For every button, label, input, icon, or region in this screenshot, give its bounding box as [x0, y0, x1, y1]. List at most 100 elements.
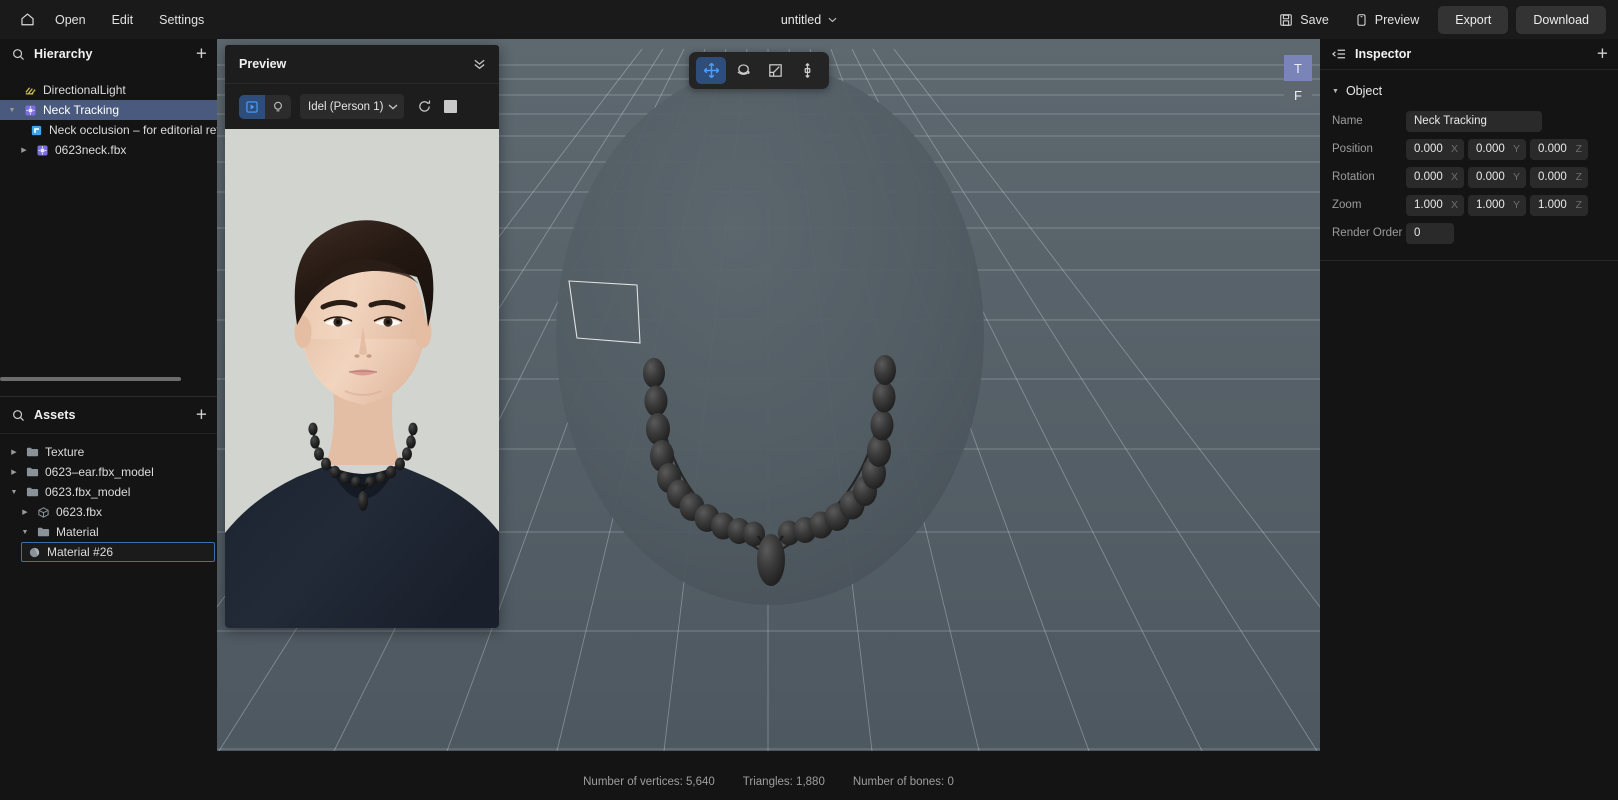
zoom-x-value: 1.000 — [1414, 199, 1443, 211]
left-sidebar: Hierarchy + DirectionalLight ▼ Neck Trac… — [0, 39, 217, 800]
property-label-zoom: Zoom — [1332, 199, 1362, 211]
assets-tree: ▶ Texture ▶ 0623–ear.fbx_model ▼ 0623.fb… — [0, 433, 217, 562]
play-frame-icon-button[interactable] — [239, 94, 265, 119]
transform-gizmo-icon — [799, 62, 816, 79]
animation-select[interactable]: Idel (Person 1) — [300, 94, 404, 119]
mobile-phone-icon — [1355, 13, 1368, 27]
document-title-dropdown[interactable]: untitled — [781, 13, 837, 27]
mesh-plane-icon — [30, 124, 43, 137]
render-order-input[interactable]: 0 — [1406, 222, 1454, 244]
preview-panel: Preview Idel (Person 1) — [225, 45, 499, 628]
statusbar-left-filler — [0, 763, 217, 800]
asset-item-0623-ear-fbx-model[interactable]: ▶ 0623–ear.fbx_model — [0, 462, 217, 482]
transform-tool-button[interactable] — [792, 57, 822, 84]
folder-icon — [26, 486, 39, 498]
position-x-input[interactable]: 0.000 X — [1406, 138, 1464, 160]
scale-tool-button[interactable] — [760, 57, 790, 84]
directional-light-icon — [24, 84, 37, 97]
axis-label-y: Y — [1512, 199, 1520, 211]
cube-icon — [37, 506, 50, 519]
hierarchy-item-0623neck-fbx[interactable]: ▶ 0623neck.fbx — [0, 140, 217, 160]
save-label: Save — [1300, 12, 1329, 27]
property-row-rotation: Rotation 0.000 X 0.000 Y 0.000 Z — [1320, 164, 1618, 190]
hierarchy-item-neck-tracking[interactable]: ▼ Neck Tracking — [0, 100, 217, 120]
preview-controls: Idel (Person 1) — [225, 84, 499, 129]
rotation-x-value: 0.000 — [1414, 171, 1443, 183]
twisty-closed[interactable]: ▶ — [18, 146, 30, 154]
viewport-axis-badges: T F — [1284, 55, 1312, 108]
asset-item-material-26[interactable]: Material #26 — [21, 542, 215, 562]
save-floppy-icon — [1279, 13, 1293, 27]
home-icon[interactable] — [12, 6, 42, 34]
hierarchy-item-label: DirectionalLight — [43, 83, 126, 97]
play-frame-icon — [245, 100, 259, 114]
rotate-tool-button[interactable] — [728, 57, 758, 84]
name-input[interactable]: Neck Tracking — [1406, 110, 1542, 132]
plus-icon[interactable]: + — [1597, 45, 1608, 64]
preview-button[interactable]: Preview — [1344, 7, 1430, 33]
asset-item-0623-fbx-model[interactable]: ▼ 0623.fbx_model — [0, 482, 217, 502]
move-tool-button[interactable] — [696, 57, 726, 84]
twisty-open[interactable]: ▼ — [6, 107, 18, 114]
zoom-z-input[interactable]: 1.000 Z — [1530, 194, 1588, 216]
inspector-title: Inspector — [1355, 47, 1412, 61]
download-button[interactable]: Download — [1516, 5, 1606, 34]
twisty-closed[interactable]: ▶ — [19, 508, 31, 516]
asset-item-material-folder[interactable]: ▼ Material — [0, 522, 217, 542]
position-y-input[interactable]: 0.000 Y — [1468, 138, 1526, 160]
refresh-button[interactable] — [413, 96, 435, 118]
hierarchy-panel-header: Hierarchy + — [0, 39, 217, 69]
topbar-menu-group: Open Edit Settings — [0, 6, 217, 34]
material-sphere-icon — [28, 546, 41, 559]
plus-icon[interactable]: + — [196, 406, 207, 425]
axis-label-x: X — [1450, 143, 1458, 155]
twisty-open[interactable]: ▼ — [19, 529, 31, 536]
animation-select-value: Idel (Person 1) — [308, 100, 384, 113]
twisty-closed[interactable]: ▶ — [8, 448, 20, 456]
status-bones: Number of bones: 0 — [852, 775, 954, 788]
asset-item-texture[interactable]: ▶ Texture — [0, 442, 217, 462]
zoom-x-input[interactable]: 1.000 X — [1406, 194, 1464, 216]
twisty-open[interactable]: ▼ — [8, 489, 20, 496]
node-3d-icon — [24, 104, 37, 117]
search-icon[interactable] — [12, 409, 25, 422]
menu-open[interactable]: Open — [42, 8, 99, 32]
axis-label-x: X — [1450, 199, 1458, 211]
properties-list-icon — [1332, 48, 1346, 60]
inspector-section-label: Object — [1345, 84, 1383, 98]
search-icon[interactable] — [12, 48, 25, 61]
hierarchy-hscrollbar-thumb[interactable] — [0, 377, 181, 381]
zoom-y-input[interactable]: 1.000 Y — [1468, 194, 1526, 216]
position-z-value: 0.000 — [1538, 143, 1567, 155]
asset-item-label: Texture — [45, 445, 85, 459]
position-y-value: 0.000 — [1476, 143, 1505, 155]
axis-badge-front[interactable]: F — [1284, 82, 1312, 108]
hierarchy-item-neck-occlusion[interactable]: Neck occlusion – for editorial refe — [0, 120, 217, 140]
plus-icon[interactable]: + — [196, 45, 207, 64]
status-triangles: Triangles: 1,880 — [742, 775, 825, 788]
rotation-x-input[interactable]: 0.000 X — [1406, 166, 1464, 188]
topbar-actions: Save Preview Export Download — [1268, 0, 1606, 39]
preview-panel-header: Preview — [225, 45, 499, 84]
light-bulb-icon-button[interactable] — [265, 95, 291, 119]
move-gizmo-icon — [703, 62, 720, 79]
save-button[interactable]: Save — [1268, 7, 1340, 33]
menu-edit[interactable]: Edit — [99, 8, 147, 32]
hierarchy-item-directionallight[interactable]: DirectionalLight — [0, 80, 217, 100]
hierarchy-hscrollbar[interactable] — [0, 377, 217, 381]
axis-badge-top[interactable]: T — [1284, 55, 1312, 81]
preview-photo-render — [225, 129, 499, 628]
asset-item-0623-fbx[interactable]: ▶ 0623.fbx — [0, 502, 217, 522]
menu-settings[interactable]: Settings — [146, 8, 217, 32]
stop-square-icon[interactable] — [444, 100, 457, 113]
position-z-input[interactable]: 0.000 Z — [1530, 138, 1588, 160]
inspector-section-object[interactable]: ▼ Object — [1320, 70, 1618, 108]
rotation-z-input[interactable]: 0.000 Z — [1530, 166, 1588, 188]
viewport-transform-toolbar — [689, 52, 829, 89]
chevron-double-down-icon[interactable] — [472, 58, 487, 71]
export-button[interactable]: Export — [1438, 5, 1509, 34]
rotation-y-input[interactable]: 0.000 Y — [1468, 166, 1526, 188]
twisty-closed[interactable]: ▶ — [8, 468, 20, 476]
preview-stage[interactable] — [225, 129, 499, 628]
hierarchy-item-label: Neck occlusion – for editorial refe — [49, 123, 217, 137]
